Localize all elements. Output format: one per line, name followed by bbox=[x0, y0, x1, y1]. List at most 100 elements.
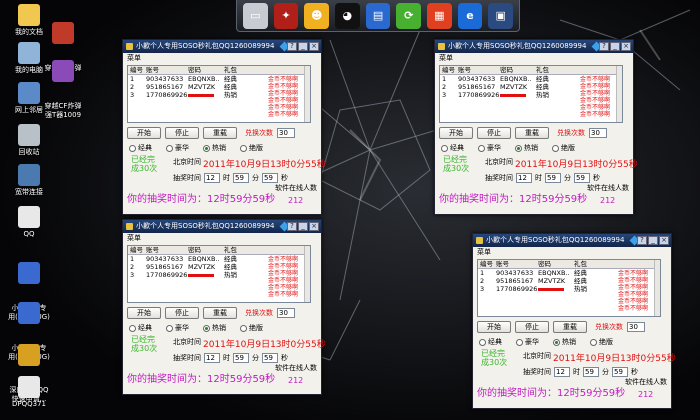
crossfire-icon[interactable]: ✦ bbox=[273, 2, 299, 29]
radio-deluxe[interactable]: 豪华 bbox=[166, 143, 189, 153]
draw-minute-input[interactable]: 59 bbox=[233, 173, 249, 183]
speed-icon[interactable]: ⟳ bbox=[396, 2, 422, 29]
count-input[interactable]: 30 bbox=[277, 308, 295, 318]
count-input[interactable]: 30 bbox=[589, 128, 607, 138]
draw-hour-input[interactable]: 12 bbox=[554, 367, 570, 377]
draw-hour-input[interactable]: 12 bbox=[204, 173, 220, 183]
count-input[interactable]: 30 bbox=[277, 128, 295, 138]
radio-deluxe[interactable]: 豪华 bbox=[478, 143, 501, 153]
radio-limited[interactable]: 绝版 bbox=[240, 323, 263, 333]
help-button[interactable]: ? bbox=[599, 42, 609, 51]
column-header[interactable]: 账号 bbox=[146, 66, 188, 74]
column-header[interactable]: 编号 bbox=[128, 246, 146, 254]
account-list[interactable]: 编号 账号 密码 礼包 1 903437633 EBQNXB.. 经典 2 95… bbox=[477, 259, 661, 317]
monitor-icon[interactable]: ▣ bbox=[488, 2, 514, 29]
column-header[interactable]: 账号 bbox=[146, 246, 188, 254]
menu-item[interactable]: 菜单 bbox=[473, 247, 671, 257]
qq-penguin-icon[interactable]: ◕ bbox=[335, 2, 360, 29]
account-list[interactable]: 编号 账号 密码 礼包 1 903437633 EBQNXB.. 经典 2 95… bbox=[127, 65, 311, 123]
column-header[interactable]: 编号 bbox=[478, 260, 496, 268]
window-titlebar[interactable]: 小歉个人专用SOSO秒礼包QQ1260089994 ? _ × bbox=[435, 40, 633, 53]
ie-browser-icon[interactable]: e bbox=[457, 2, 483, 29]
reload-button[interactable]: 重载 bbox=[203, 307, 237, 319]
desktop-icon-broadband[interactable]: 宽带连接 bbox=[0, 164, 58, 197]
start-button[interactable]: 开始 bbox=[439, 127, 473, 139]
app-window-4[interactable]: 小歉个人专用SOSO秒礼包QQ1260089994 ? _ × 菜单 编号 账号… bbox=[472, 233, 676, 409]
drive-icon[interactable]: ▭ bbox=[243, 2, 268, 29]
help-button[interactable]: ? bbox=[637, 236, 647, 245]
draw-second-input[interactable]: 59 bbox=[612, 367, 628, 377]
column-header[interactable]: 礼包 bbox=[224, 246, 264, 254]
app-window-2[interactable]: 小歉个人专用SOSO秒礼包QQ1260089994 ? _ × 菜单 编号 账号… bbox=[434, 39, 638, 215]
list-scrollbar[interactable] bbox=[304, 66, 310, 122]
draw-second-input[interactable]: 59 bbox=[574, 173, 590, 183]
radio-limited[interactable]: 绝版 bbox=[590, 337, 613, 347]
list-scrollbar[interactable] bbox=[654, 260, 660, 316]
window-titlebar[interactable]: 小歉个人专用SOSO秒礼包QQ1260089994 ? _ × bbox=[123, 40, 321, 53]
column-header[interactable]: 密码 bbox=[188, 246, 224, 254]
draw-second-input[interactable]: 59 bbox=[262, 173, 278, 183]
column-header[interactable]: 账号 bbox=[458, 66, 500, 74]
desktop-icon-dpqq[interactable]: DPQQ371 bbox=[0, 376, 58, 409]
reload-button[interactable]: 重载 bbox=[203, 127, 237, 139]
reload-button[interactable]: 重载 bbox=[553, 321, 587, 333]
radio-deluxe[interactable]: 豪华 bbox=[166, 323, 189, 333]
radio-hot[interactable]: 热销 bbox=[203, 143, 226, 153]
stop-button[interactable]: 停止 bbox=[515, 321, 549, 333]
radio-classic[interactable]: 经典 bbox=[129, 323, 152, 333]
menu-item[interactable]: 菜单 bbox=[435, 53, 633, 63]
draw-minute-input[interactable]: 59 bbox=[583, 367, 599, 377]
help-button[interactable]: ? bbox=[287, 42, 297, 51]
start-button[interactable]: 开始 bbox=[127, 127, 161, 139]
radio-limited[interactable]: 绝版 bbox=[240, 143, 263, 153]
radio-classic[interactable]: 经典 bbox=[441, 143, 464, 153]
help-button[interactable]: ? bbox=[287, 222, 297, 231]
qq-pet-icon[interactable]: ☻ bbox=[304, 2, 330, 29]
desktop-icon-recycle-bin[interactable]: 回收站 bbox=[0, 124, 58, 157]
stop-button[interactable]: 停止 bbox=[165, 307, 199, 319]
minimize-button[interactable]: _ bbox=[298, 42, 308, 51]
close-button[interactable]: × bbox=[659, 236, 669, 245]
column-header[interactable]: 编号 bbox=[440, 66, 458, 74]
column-header[interactable]: 礼包 bbox=[574, 260, 614, 268]
radio-limited[interactable]: 绝版 bbox=[552, 143, 575, 153]
draw-second-input[interactable]: 59 bbox=[262, 353, 278, 363]
start-button[interactable]: 开始 bbox=[477, 321, 511, 333]
draw-minute-input[interactable]: 59 bbox=[233, 353, 249, 363]
stop-button[interactable]: 停止 bbox=[477, 127, 511, 139]
close-button[interactable]: × bbox=[309, 42, 319, 51]
column-header[interactable]: 密码 bbox=[538, 260, 574, 268]
reload-button[interactable]: 重载 bbox=[515, 127, 549, 139]
office-icon[interactable]: ▦ bbox=[427, 2, 452, 29]
column-header[interactable]: 账号 bbox=[496, 260, 538, 268]
draw-minute-input[interactable]: 59 bbox=[545, 173, 561, 183]
window-titlebar[interactable]: 小歉个人专用SOSO秒礼包QQ1260089994 ? _ × bbox=[123, 220, 321, 233]
radio-deluxe[interactable]: 豪华 bbox=[516, 337, 539, 347]
column-header[interactable]: 礼包 bbox=[536, 66, 576, 74]
desktop-icon-qq[interactable]: QQ bbox=[0, 206, 58, 239]
minimize-button[interactable]: _ bbox=[298, 222, 308, 231]
list-scrollbar[interactable] bbox=[616, 66, 622, 122]
close-button[interactable]: × bbox=[621, 42, 631, 51]
account-list[interactable]: 编号 账号 密码 礼包 1 903437633 EBQNXB.. 经典 2 95… bbox=[439, 65, 623, 123]
stop-button[interactable]: 停止 bbox=[165, 127, 199, 139]
app-window-3[interactable]: 小歉个人专用SOSO秒礼包QQ1260089994 ? _ × 菜单 编号 账号… bbox=[122, 219, 326, 395]
draw-hour-input[interactable]: 12 bbox=[516, 173, 532, 183]
radio-hot[interactable]: 热销 bbox=[515, 143, 538, 153]
radio-hot[interactable]: 热销 bbox=[553, 337, 576, 347]
draw-hour-input[interactable]: 12 bbox=[204, 353, 220, 363]
minimize-button[interactable]: _ bbox=[610, 42, 620, 51]
count-input[interactable]: 30 bbox=[627, 322, 645, 332]
menu-item[interactable]: 菜单 bbox=[123, 53, 321, 63]
column-header[interactable]: 编号 bbox=[128, 66, 146, 74]
window-titlebar[interactable]: 小歉个人专用SOSO秒礼包QQ1260089994 ? _ × bbox=[473, 234, 671, 247]
radio-classic[interactable]: 经典 bbox=[479, 337, 502, 347]
column-header[interactable]: 密码 bbox=[500, 66, 536, 74]
desktop-icon-network[interactable]: 网上邻居 bbox=[0, 82, 58, 115]
column-header[interactable]: 密码 bbox=[188, 66, 224, 74]
radio-hot[interactable]: 热销 bbox=[203, 323, 226, 333]
minimize-button[interactable]: _ bbox=[648, 236, 658, 245]
app-window-1[interactable]: 小歉个人专用SOSO秒礼包QQ1260089994 ? _ × 菜单 编号 账号… bbox=[122, 39, 326, 215]
account-list[interactable]: 编号 账号 密码 礼包 1 903437633 EBQNXB.. 经典 2 95… bbox=[127, 245, 311, 303]
list-scrollbar[interactable] bbox=[304, 246, 310, 302]
